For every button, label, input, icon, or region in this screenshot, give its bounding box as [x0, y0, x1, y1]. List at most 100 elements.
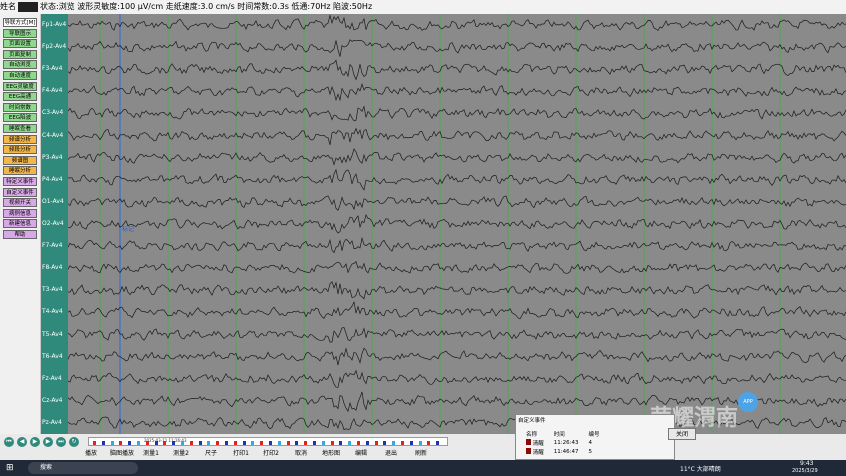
header-time: 时间: [553, 431, 565, 438]
sidebar-item[interactable]: 导联方式[M]: [3, 18, 37, 27]
sidebar-item[interactable]: 特定义事件: [3, 177, 37, 186]
timeline-event-tick: [251, 441, 255, 445]
windows-taskbar: ⊞ 搜索 11°C 大部晴朗 9:43 2025/3/29: [0, 460, 846, 476]
first-icon[interactable]: ⏮: [4, 437, 14, 447]
event-num: 4: [588, 439, 592, 446]
event-time: 11:46:47: [553, 448, 579, 455]
sidebar-item[interactable]: 新建信息: [3, 219, 37, 229]
channel-label: T6-Av4: [42, 352, 63, 360]
timeline-event-tick: [313, 441, 316, 445]
toolbar-button[interactable]: 退出: [380, 448, 402, 457]
event-color-swatch: [526, 447, 531, 454]
eeg-trace: [68, 59, 846, 81]
timeline-event-tick: [93, 441, 96, 445]
sidebar-item[interactable]: 时间常数: [3, 102, 37, 112]
toolbar-button[interactable]: 测量2: [170, 448, 192, 457]
sidebar-item[interactable]: 帮助: [3, 230, 37, 239]
sidebar-item[interactable]: 视频开关: [3, 198, 37, 208]
table-row[interactable]: 清醒 11:26:43 4: [521, 438, 604, 447]
timeline-event-tick: [137, 441, 140, 445]
sidebar-item[interactable]: 自定义事件: [3, 187, 37, 197]
timeline-event-tick: [119, 441, 123, 445]
channel-label-column: Fp1-Av4 Fp2-Av4 F3-Av4 F4-Av4 C3-Av4 C4-Av4 P3…: [41, 14, 68, 434]
timeline-event-tick: [242, 441, 246, 445]
timeline-event-tick: [145, 441, 149, 445]
eeg-trace: [68, 347, 846, 366]
channel-label: O1-Av4: [42, 197, 64, 205]
sidebar-item[interactable]: 自动浏览: [3, 60, 37, 70]
table-row[interactable]: 清醒 11:46:47 5: [521, 447, 604, 456]
channel-label: T4-Av4: [42, 308, 63, 316]
sidebar-item[interactable]: 自动速度: [3, 71, 37, 80]
sidebar-item[interactable]: EEG高通: [3, 92, 37, 102]
timeline-event-tick: [409, 441, 413, 445]
eeg-trace: [68, 236, 846, 254]
toolbar-button[interactable]: 编辑: [350, 448, 372, 457]
sidebar-item[interactable]: 页面复制: [3, 49, 37, 59]
sidebar-item[interactable]: EEG灵敏度: [3, 81, 37, 91]
toolbar-button[interactable]: 地形图: [320, 448, 342, 457]
sidebar-item[interactable]: 病例信息: [3, 208, 37, 218]
search-placeholder: 搜索: [40, 464, 53, 471]
toolbar-button[interactable]: 测量1: [140, 448, 162, 457]
prev-icon[interactable]: ◀: [17, 437, 27, 447]
last-icon[interactable]: ⏭: [56, 437, 66, 447]
eeg-trace: [68, 260, 846, 274]
floating-app-icon[interactable]: APP: [738, 392, 758, 412]
timeline-event-tick: [260, 441, 264, 445]
toolbar-button[interactable]: 打印2: [260, 448, 282, 457]
eeg-trace: [68, 82, 846, 102]
sidebar-item[interactable]: 频谱图: [3, 155, 37, 165]
timeline-event-tick: [207, 441, 211, 445]
channel-label: Cz-Av4: [42, 396, 63, 404]
timeline-event-tick: [357, 441, 360, 445]
sidebar-item[interactable]: 睡眠分析: [3, 166, 37, 176]
toolbar-button[interactable]: 刷新: [410, 448, 432, 457]
sidebar-item[interactable]: 页面设置: [3, 39, 37, 49]
close-button[interactable]: 关闭: [668, 428, 696, 440]
recording-parameters: 状态:浏览 波形灵敏度:100 μV/cm 走纸速度:3.0 cm/s 时间常数…: [40, 2, 373, 11]
eeg-trace: [68, 195, 846, 211]
channel-label: F3-Av4: [42, 65, 63, 73]
event-table: 名称 时间 编号 清醒 11:26:43 4 清醒 11:46:47 5: [521, 429, 604, 456]
toolbar-button[interactable]: 播放: [80, 448, 102, 457]
custom-event-dialog: 自定义事件 名称 时间 编号 清醒 11:26:43 4 清醒 11:46:47…: [515, 414, 675, 460]
channel-label: C3-Av4: [42, 109, 64, 117]
channel-label: Fz-Av4: [42, 374, 62, 382]
timeline-event-tick: [427, 441, 431, 445]
toolbar-button[interactable]: 打印1: [230, 448, 252, 457]
channel-label: Fp1-Av4: [42, 21, 67, 29]
sidebar-item[interactable]: 频谱分析: [3, 134, 37, 144]
eeg-trace: [68, 369, 846, 388]
clock-date: 2025/3/29: [792, 468, 818, 474]
timeline-bar[interactable]: 2025-03-11 11:26:43: [88, 437, 448, 446]
timeline-event-tick: [348, 441, 352, 445]
play-icon[interactable]: ▶: [30, 437, 40, 447]
timeline-event-tick: [339, 441, 343, 445]
event-name: 清醒: [532, 440, 544, 447]
sidebar-item[interactable]: 睡眠查看: [3, 124, 37, 133]
timeline-event-tick: [181, 441, 184, 445]
timeline-event-tick: [383, 441, 387, 445]
start-icon[interactable]: ⊞: [6, 463, 14, 473]
sidebar-item[interactable]: 导联图示: [3, 28, 37, 38]
timeline-event-tick: [225, 441, 228, 445]
channel-label: Pz-Av4: [42, 418, 62, 426]
next-icon[interactable]: ▶: [43, 437, 53, 447]
timeline-event-tick: [128, 441, 132, 445]
header-num: 编号: [588, 431, 600, 438]
sidebar-item[interactable]: EEG陷波: [3, 113, 37, 123]
timeline-event-tick: [392, 441, 396, 445]
sidebar-item[interactable]: 频段分析: [3, 145, 37, 155]
eeg-waveform-canvas[interactable]: 标记: [68, 14, 846, 434]
toolbar-button[interactable]: 尺子: [200, 448, 222, 457]
toolbar-button[interactable]: 脑图播放: [110, 448, 134, 457]
toolbar-button[interactable]: 取消: [290, 448, 312, 457]
taskbar-search[interactable]: 搜索: [28, 462, 138, 474]
channel-label: Fp2-Av4: [42, 43, 67, 51]
eeg-trace: [68, 127, 846, 145]
timeline-event-tick: [163, 441, 167, 445]
clock-time: 9:43: [800, 460, 814, 467]
refresh-icon[interactable]: ↻: [69, 437, 79, 447]
timeline-event-tick: [304, 441, 308, 445]
